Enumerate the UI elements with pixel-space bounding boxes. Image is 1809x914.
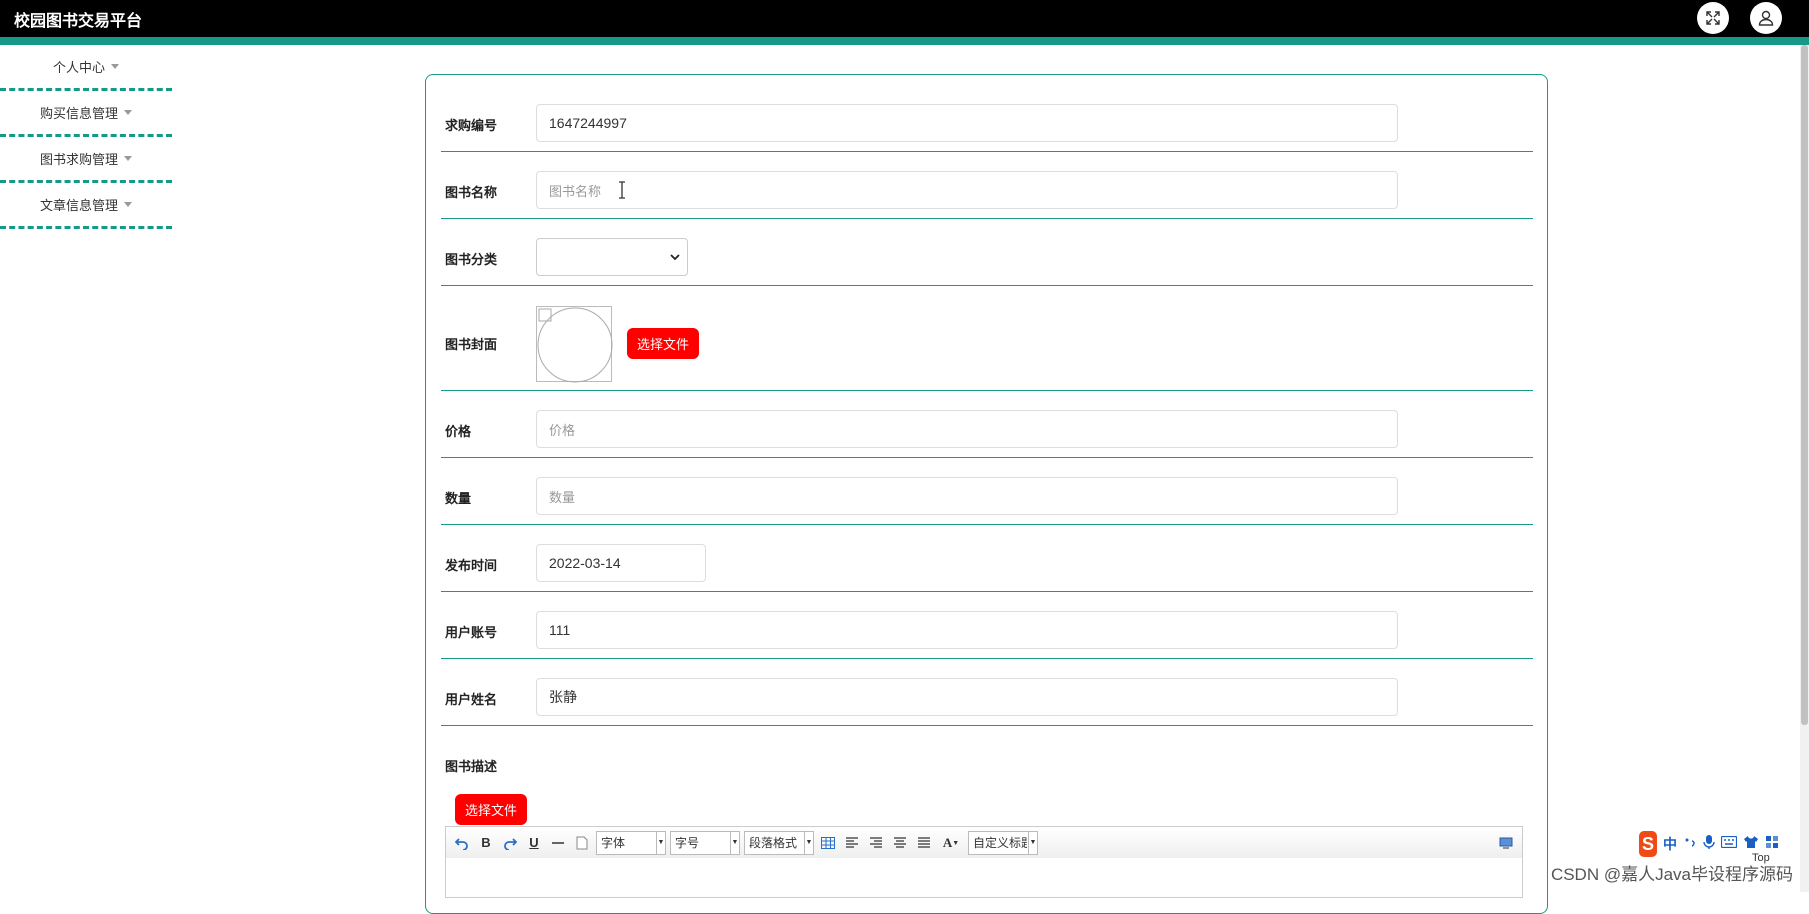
sidebar-item-personal-center[interactable]: 个人中心 <box>0 45 172 91</box>
row-user-account: 用户账号 111 <box>441 592 1533 659</box>
page-scrollbar[interactable] <box>1800 45 1809 892</box>
page-icon[interactable] <box>572 833 592 853</box>
align-left-icon[interactable] <box>842 833 862 853</box>
toolbox-grid-icon[interactable] <box>1765 835 1779 854</box>
undo-icon[interactable] <box>452 833 472 853</box>
caret-down-icon <box>124 156 132 161</box>
text-cursor-icon <box>619 181 625 199</box>
redo-icon[interactable] <box>500 833 520 853</box>
user-account-input[interactable]: 111 <box>536 611 1398 649</box>
editor-content-area[interactable] <box>445 858 1523 898</box>
book-desc-label: 图书描述 <box>445 759 498 774</box>
app-title: 校园图书交易平台 <box>14 13 143 30</box>
choose-desc-file-button[interactable]: 选择文件 <box>455 794 528 825</box>
align-justify-icon[interactable] <box>914 833 934 853</box>
book-name-input[interactable]: 图书名称 <box>536 171 1398 209</box>
sidebar-item-purchase-info[interactable]: 购买信息管理 <box>0 91 172 137</box>
scrollbar-thumb[interactable] <box>1801 45 1808 725</box>
choose-cover-file-button[interactable]: 选择文件 <box>627 328 700 359</box>
sidebar: 个人中心 购买信息管理 图书求购管理 文章信息管理 <box>0 45 172 229</box>
sogou-logo-icon[interactable]: S <box>1639 831 1657 857</box>
custom-title-label: 自定义标题 <box>973 836 1027 850</box>
align-center-icon[interactable] <box>890 833 910 853</box>
row-publish-time: 发布时间 2022-03-14 <box>441 525 1533 592</box>
underline-icon[interactable]: U <box>524 833 544 853</box>
accent-bar <box>0 37 1809 45</box>
row-purchase-no: 求购编号 1647244997 <box>441 75 1533 152</box>
paragraph-format-select[interactable]: 段落格式 ▼ <box>744 830 814 855</box>
sidebar-item-label: 图书求购管理 <box>39 152 118 167</box>
punctuation-icon[interactable] <box>1683 835 1697 854</box>
purchase-no-input[interactable]: 1647244997 <box>536 104 1398 142</box>
dropdown-arrow-icon: ▼ <box>656 831 665 854</box>
publish-time-input[interactable]: 2022-03-14 <box>536 544 706 582</box>
top-header: 校园图书交易平台 <box>0 0 1809 37</box>
price-input[interactable]: 价格 <box>536 410 1398 448</box>
sidebar-item-book-request[interactable]: 图书求购管理 <box>0 137 172 183</box>
book-category-select[interactable] <box>536 238 688 276</box>
fullscreen-editor-icon[interactable] <box>1496 833 1516 853</box>
cover-image-placeholder <box>536 306 613 383</box>
font-family-select[interactable]: 字体 ▼ <box>596 830 666 855</box>
row-user-name: 用户姓名 张静 <box>441 659 1533 726</box>
form-card: 求购编号 1647244997 图书名称 图书名称 图书分类 图书封面 选择文件… <box>425 74 1548 914</box>
bold-icon[interactable]: B <box>476 833 496 853</box>
chinese-mode-icon[interactable]: 中 <box>1663 834 1677 854</box>
row-price: 价格 价格 <box>441 391 1533 458</box>
editor-toolbar: B U 字体 ▼ 字号 ▼ 段落格式 ▼ A▼ 自定义标题 ▼ <box>445 826 1523 859</box>
user-account-label: 用户账号 <box>445 625 498 640</box>
user-name-input[interactable]: 张静 <box>536 678 1398 716</box>
chevron-down-icon <box>670 254 680 261</box>
book-category-label: 图书分类 <box>445 252 498 267</box>
custom-title-select[interactable]: 自定义标题 ▼ <box>968 830 1038 855</box>
microphone-icon[interactable] <box>1703 834 1715 855</box>
sidebar-item-label: 文章信息管理 <box>39 198 118 213</box>
paragraph-format-label: 段落格式 <box>749 836 798 850</box>
table-icon[interactable] <box>818 833 838 853</box>
sidebar-item-label: 个人中心 <box>52 60 105 75</box>
row-book-name: 图书名称 图书名称 <box>441 152 1533 219</box>
book-cover-label: 图书封面 <box>445 337 498 352</box>
price-label: 价格 <box>445 424 472 439</box>
row-book-cover: 图书封面 选择文件 <box>441 286 1533 391</box>
caret-down-icon <box>124 110 132 115</box>
caret-down-icon <box>111 64 119 69</box>
book-name-label: 图书名称 <box>445 185 498 200</box>
user-icon[interactable] <box>1750 2 1782 34</box>
publish-time-label: 发布时间 <box>445 558 498 573</box>
font-size-select[interactable]: 字号 ▼ <box>670 830 740 855</box>
keyboard-icon[interactable] <box>1720 835 1738 853</box>
dropdown-arrow-icon: ▼ <box>804 831 813 854</box>
font-size-label: 字号 <box>675 836 700 850</box>
font-color-icon[interactable]: A ▼ <box>938 833 964 853</box>
dropdown-arrow-icon: ▼ <box>1028 831 1037 854</box>
sidebar-item-articles[interactable]: 文章信息管理 <box>0 183 172 229</box>
user-name-label: 用户姓名 <box>445 692 498 707</box>
skin-shirt-icon[interactable] <box>1743 835 1759 854</box>
align-right-icon[interactable] <box>866 833 886 853</box>
horizontal-rule-icon[interactable] <box>548 833 568 853</box>
sidebar-item-label: 购买信息管理 <box>39 106 118 121</box>
purchase-no-label: 求购编号 <box>445 118 498 133</box>
font-family-label: 字体 <box>601 836 626 850</box>
fullscreen-icon[interactable] <box>1697 2 1729 34</box>
watermark-text: CSDN @嘉人Java毕设程序源码 <box>1550 865 1793 884</box>
row-quantity: 数量 数量 <box>441 458 1533 525</box>
row-book-category: 图书分类 <box>441 219 1533 286</box>
caret-down-icon <box>124 202 132 207</box>
dropdown-arrow-icon: ▼ <box>730 831 739 854</box>
quantity-input[interactable]: 数量 <box>536 477 1398 515</box>
quantity-label: 数量 <box>445 491 472 506</box>
